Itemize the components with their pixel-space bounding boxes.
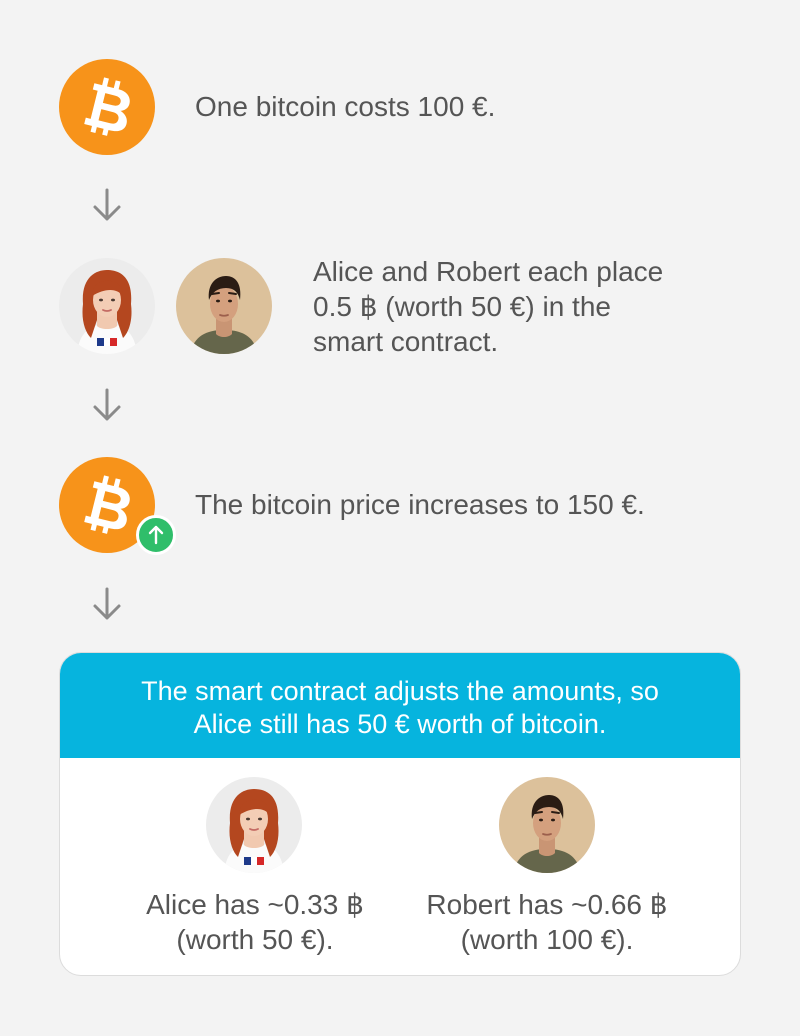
step1-text: One bitcoin costs 100 €. — [195, 91, 496, 122]
result-header-line: The smart contract adjusts the amounts, … — [141, 676, 659, 706]
arrow-up-icon — [136, 515, 176, 555]
alice-avatar — [59, 258, 155, 354]
robert-result-line: Robert has ~0.66 ฿ — [426, 889, 668, 920]
robert-avatar — [176, 258, 272, 354]
step2-text-line: smart contract. — [313, 326, 499, 357]
robert-result-text: Robert has ~0.66 ฿ (worth 100 €). — [397, 887, 697, 957]
arrow-down-icon — [91, 386, 123, 424]
robert-result-line: (worth 100 €). — [460, 924, 634, 955]
bitcoin-icon — [59, 59, 155, 155]
arrow-down-icon — [91, 186, 123, 224]
alice-result-text: Alice has ~0.33 ฿ (worth 50 €). — [105, 887, 405, 957]
step2-text: Alice and Robert each place 0.5 ฿ (worth… — [313, 254, 663, 359]
arrow-down-icon — [91, 585, 123, 623]
result-header: The smart contract adjusts the amounts, … — [60, 653, 740, 758]
step2-text-line: Alice and Robert each place — [313, 256, 664, 287]
step2-text-line: 0.5 ฿ (worth 50 €) in the — [313, 291, 611, 322]
result-card: The smart contract adjusts the amounts, … — [59, 652, 741, 976]
result-header-line: Alice still has 50 € worth of bitcoin. — [193, 709, 607, 739]
step3-text: The bitcoin price increases to 150 €. — [195, 489, 645, 520]
alice-result-line: Alice has ~0.33 ฿ — [146, 889, 364, 920]
robert-avatar — [499, 777, 595, 873]
alice-avatar — [206, 777, 302, 873]
alice-result-line: (worth 50 €). — [176, 924, 334, 955]
